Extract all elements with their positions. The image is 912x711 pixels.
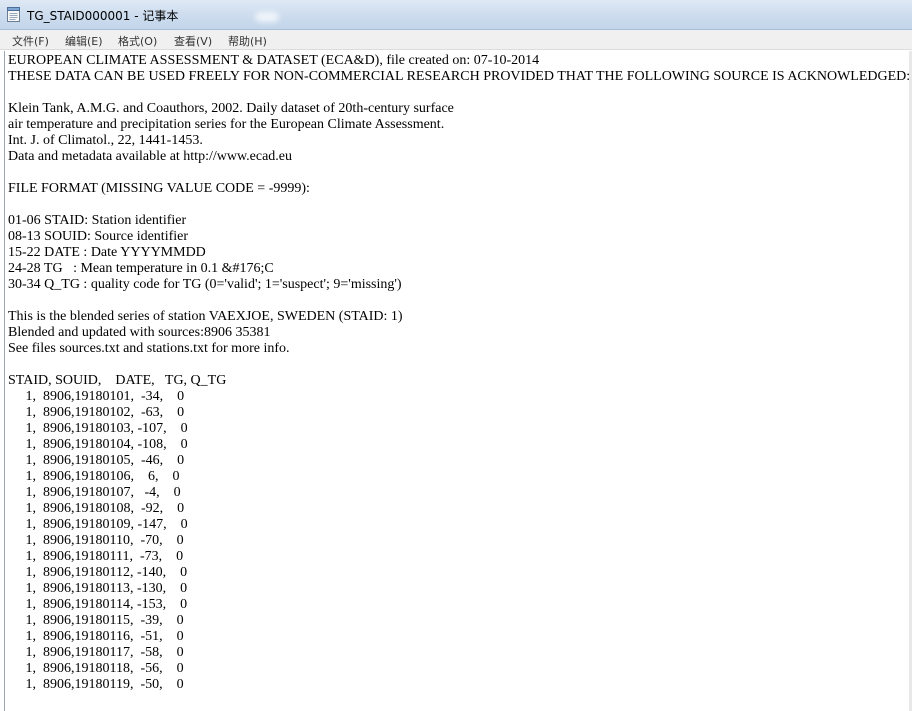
title-glow-decoration bbox=[255, 12, 279, 22]
text-line: 1, 8906,19180110, -70, 0 bbox=[8, 533, 184, 548]
text-line: 1, 8906,19180115, -39, 0 bbox=[8, 613, 184, 628]
menu-file[interactable]: 文件(F) bbox=[12, 33, 49, 49]
text-line: EUROPEAN CLIMATE ASSESSMENT & DATASET (E… bbox=[8, 53, 540, 68]
text-line: 1, 8906,19180111, -73, 0 bbox=[8, 549, 184, 564]
text-line: 24-28 TG : Mean temperature in 0.1 &#176… bbox=[8, 261, 274, 276]
text-line: 1, 8906,19180102, -63, 0 bbox=[8, 405, 185, 420]
text-editor[interactable]: EUROPEAN CLIMATE ASSESSMENT & DATASET (E… bbox=[4, 51, 909, 711]
title-bar[interactable]: TG_STAID000001 - 记事本 bbox=[0, 0, 912, 30]
text-line: 1, 8906,19180105, -46, 0 bbox=[8, 453, 185, 468]
text-line: Int. J. of Climatol., 22, 1441-1453. bbox=[8, 133, 203, 148]
text-line: FILE FORMAT (MISSING VALUE CODE = -9999)… bbox=[8, 181, 310, 196]
text-line: 1, 8906,19180109, -147, 0 bbox=[8, 517, 188, 532]
notepad-icon bbox=[7, 7, 20, 22]
text-line: 1, 8906,19180107, -4, 0 bbox=[8, 485, 181, 500]
text-line: Blended and updated with sources:8906 35… bbox=[8, 325, 271, 340]
notepad-window: TG_STAID000001 - 记事本 文件(F) 编辑(E) 格式(O) 查… bbox=[0, 0, 912, 711]
text-line: 1, 8906,19180103, -107, 0 bbox=[8, 421, 188, 436]
text-line: 1, 8906,19180117, -58, 0 bbox=[8, 645, 184, 660]
text-line: 1, 8906,19180116, -51, 0 bbox=[8, 629, 184, 644]
text-line bbox=[8, 165, 909, 181]
menu-format[interactable]: 格式(O) bbox=[118, 33, 157, 49]
text-line: 1, 8906,19180106, 6, 0 bbox=[8, 469, 180, 484]
menu-help[interactable]: 帮助(H) bbox=[228, 33, 267, 49]
text-line: 1, 8906,19180112, -140, 0 bbox=[8, 565, 188, 580]
text-line: Data and metadata available at http://ww… bbox=[8, 149, 293, 164]
text-line: STAID, SOUID, DATE, TG, Q_TG bbox=[8, 373, 227, 388]
text-line: THESE DATA CAN BE USED FREELY FOR NON-CO… bbox=[8, 69, 909, 84]
menu-view[interactable]: 查看(V) bbox=[174, 33, 212, 49]
window-title: TG_STAID000001 - 记事本 bbox=[27, 9, 179, 23]
text-line bbox=[8, 293, 909, 309]
menu-bar: 文件(F) 编辑(E) 格式(O) 查看(V) 帮助(H) bbox=[0, 30, 912, 50]
text-line: 01-06 STAID: Station identifier bbox=[8, 213, 187, 228]
text-line: air temperature and precipitation series… bbox=[8, 117, 445, 132]
text-line: 1, 8906,19180101, -34, 0 bbox=[8, 389, 185, 404]
text-line: 1, 8906,19180113, -130, 0 bbox=[8, 581, 188, 596]
text-line: This is the blended series of station VA… bbox=[8, 309, 403, 324]
text-line: Klein Tank, A.M.G. and Coauthors, 2002. … bbox=[8, 101, 454, 116]
text-line: 1, 8906,19180119, -50, 0 bbox=[8, 677, 184, 692]
text-line: 08-13 SOUID: Source identifier bbox=[8, 229, 189, 244]
text-line: See files sources.txt and stations.txt f… bbox=[8, 341, 290, 356]
text-line bbox=[8, 85, 909, 101]
text-line bbox=[8, 357, 909, 373]
document-text[interactable]: EUROPEAN CLIMATE ASSESSMENT & DATASET (E… bbox=[5, 51, 909, 693]
text-line: 15-22 DATE : Date YYYYMMDD bbox=[8, 245, 206, 260]
text-line: 1, 8906,19180108, -92, 0 bbox=[8, 501, 185, 516]
text-line: 1, 8906,19180114, -153, 0 bbox=[8, 597, 188, 612]
text-line: 1, 8906,19180118, -56, 0 bbox=[8, 661, 184, 676]
text-line: 30-34 Q_TG : quality code for TG (0='val… bbox=[8, 277, 402, 292]
text-line: 1, 8906,19180104, -108, 0 bbox=[8, 437, 188, 452]
menu-edit[interactable]: 编辑(E) bbox=[65, 33, 103, 49]
text-line bbox=[8, 197, 909, 213]
